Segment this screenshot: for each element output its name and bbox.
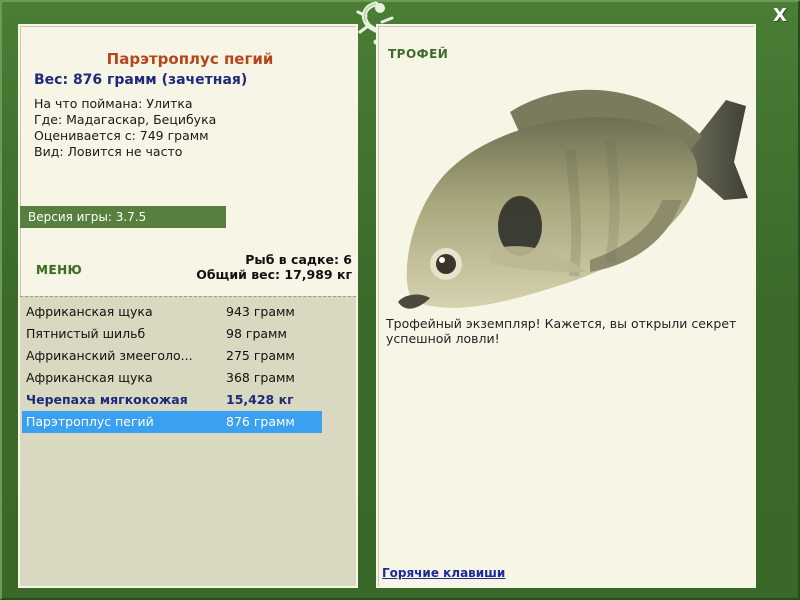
total-weight: Общий вес: 17,989 кг [196,267,352,282]
list-item-selected[interactable]: Парэтроплус пегий 876 грамм [22,411,322,433]
frequency-info: Вид: Ловится не часто [34,144,183,159]
valued-from-info: Оценивается с: 749 грамм [34,128,209,143]
list-item[interactable]: Африканская щука 368 грамм [22,367,322,389]
menu-button[interactable]: МЕНЮ [36,263,82,277]
fish-title: Парэтроплус пегий [106,50,274,68]
hotkeys-link[interactable]: Горячие клавиши [382,566,505,580]
list-item[interactable]: Африканская щука 943 грамм [22,301,322,323]
trophy-description: Трофейный экземпляр! Кажется, вы открыли… [386,316,737,346]
version-bar: Версия игры: 3.7.5 [20,206,226,228]
list-item[interactable]: Африканский змееголо... 275 грамм [22,345,322,367]
catch-details: На что поймана: Улитка Где: Мадагаскар, … [34,96,216,160]
fish-list: Африканская щука 943 грамм Пятнистый шил… [20,296,356,586]
fish-weight: Вес: 876 грамм (зачетная) [34,72,248,88]
bait-info: На что поймана: Улитка [34,96,193,111]
close-icon: X [773,5,787,26]
list-item[interactable]: Пятнистый шильб 98 грамм [22,323,322,345]
close-button[interactable]: X [770,6,790,26]
trophy-fish-image [398,89,748,309]
location-info: Где: Мадагаскар, Бецибука [34,112,217,127]
keepnet-stats: Рыб в садке: 6 Общий вес: 17,989 кг [196,252,352,282]
list-item[interactable]: Черепаха мягкокожая 15,428 кг [22,389,322,411]
fish-count: Рыб в садке: 6 [245,252,352,267]
trophy-panel: ТРОФЕЙ Трофейный экземпляр! Кажется, вы … [376,24,756,588]
catch-info-panel: Парэтроплус пегий Вес: 876 грамм (зачетн… [18,24,358,588]
